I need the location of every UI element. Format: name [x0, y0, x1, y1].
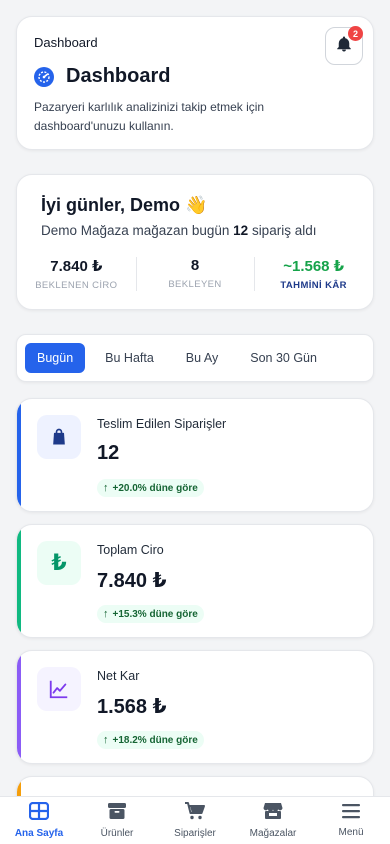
hamburger-icon — [342, 803, 360, 824]
metric-label: Net Kar — [97, 669, 140, 683]
nav-orders[interactable]: Siparişler — [156, 797, 234, 844]
home-grid-icon — [28, 801, 50, 825]
metric-card-delivered-orders[interactable]: Teslim Edilen Siparişler 12 ↑ +20.0% dün… — [16, 398, 374, 512]
stat-pending: 8 BEKLEYEN — [135, 257, 255, 293]
bottom-navigation: Ana Sayfa Ürünler Siparişler Mağazalar M… — [0, 796, 390, 844]
nav-products[interactable]: Ürünler — [78, 797, 156, 844]
greeting-subtitle: Demo Mağaza mağazan bugün 12 sipariş ald… — [41, 223, 316, 238]
accent-bar — [17, 525, 21, 637]
stat-expected-revenue: 7.840 ₺ BEKLENEN CİRO — [17, 257, 136, 293]
store-icon — [263, 802, 283, 825]
metric-card-total-revenue[interactable]: ₺ Toplam Ciro 7.840 ₺ ↑ +15.3% düne göre — [16, 524, 374, 638]
tab-today[interactable]: Bugün — [25, 343, 86, 373]
lira-icon: ₺ — [37, 541, 81, 585]
notifications-button[interactable]: 2 — [325, 26, 363, 65]
tab-this-week[interactable]: Bu Hafta — [93, 343, 166, 373]
metric-label: Toplam Ciro — [97, 543, 164, 557]
tab-last-30-days[interactable]: Son 30 Gün — [238, 343, 329, 373]
arrow-up-icon: ↑ — [103, 734, 109, 746]
arrow-up-icon: ↑ — [103, 482, 109, 494]
notification-badge: 2 — [348, 26, 363, 41]
nav-label: Ana Sayfa — [14, 828, 64, 839]
stat-estimated-profit: ~1.568 ₺ TAHMİNİ KÂR — [254, 257, 373, 293]
stat-value: 8 — [190, 257, 200, 274]
stat-value: ~1.568 ₺ — [283, 258, 345, 275]
nav-label: Mağazalar — [249, 828, 297, 839]
summary-stats: 7.840 ₺ BEKLENEN CİRO 8 BEKLEYEN ~1.568 … — [17, 257, 373, 293]
stat-label: BEKLENEN CİRO — [35, 280, 118, 291]
metric-delta-badge: ↑ +18.2% düne göre — [97, 731, 204, 749]
metric-delta-badge: ↑ +20.0% düne göre — [97, 479, 204, 497]
greeting-sub-suffix: sipariş aldı — [251, 223, 317, 238]
page-description: Pazaryeri karlılık analizinizi takip etm… — [34, 100, 265, 133]
nav-label: Siparişler — [174, 828, 216, 839]
accent-bar — [17, 651, 21, 763]
nav-menu[interactable]: Menü — [312, 797, 390, 844]
nav-stores[interactable]: Mağazalar — [234, 797, 312, 844]
metric-value: 1.568 ₺ — [97, 696, 167, 718]
order-count: 12 — [233, 223, 249, 238]
page-title-row: Dashboard — [34, 65, 170, 88]
tab-this-month[interactable]: Bu Ay — [174, 343, 230, 373]
metric-delta-text: +20.0% düne göre — [112, 482, 198, 494]
shopping-bag-icon — [37, 415, 81, 459]
breadcrumb: Dashboard — [34, 35, 98, 50]
page-title: Dashboard — [66, 65, 171, 87]
metric-value: 7.840 ₺ — [97, 570, 167, 592]
stat-label: BEKLEYEN — [168, 279, 222, 290]
metric-delta-badge: ↑ +15.3% düne göre — [97, 605, 204, 623]
greeting-title: İyi günler, Demo 👋 — [41, 195, 208, 215]
greeting-card: İyi günler, Demo 👋 Demo Mağaza mağazan b… — [16, 174, 374, 310]
gauge-icon — [34, 66, 54, 87]
nav-home[interactable]: Ana Sayfa — [0, 797, 78, 844]
arrow-up-icon: ↑ — [103, 608, 109, 620]
cart-icon — [184, 802, 206, 825]
box-icon — [107, 802, 127, 825]
accent-bar — [17, 399, 21, 511]
metric-card-net-profit[interactable]: Net Kar 1.568 ₺ ↑ +18.2% düne göre — [16, 650, 374, 764]
nav-label: Ürünler — [100, 828, 134, 839]
greeting-sub-prefix: Demo Mağaza mağazan bugün — [41, 223, 230, 238]
page-header-card: Dashboard Dashboard Pazaryeri karlılık a… — [16, 16, 374, 150]
metric-value: 12 — [97, 442, 120, 464]
metric-delta-text: +15.3% düne göre — [112, 608, 198, 620]
nav-label: Menü — [338, 827, 364, 838]
stat-label: TAHMİNİ KÂR — [280, 280, 347, 291]
trend-chart-icon — [37, 667, 81, 711]
metric-label: Teslim Edilen Siparişler — [97, 417, 227, 431]
stat-value: 7.840 ₺ — [50, 258, 103, 275]
metric-delta-text: +18.2% düne göre — [112, 734, 198, 746]
period-tabs: Bugün Bu Hafta Bu Ay Son 30 Gün — [16, 334, 374, 382]
